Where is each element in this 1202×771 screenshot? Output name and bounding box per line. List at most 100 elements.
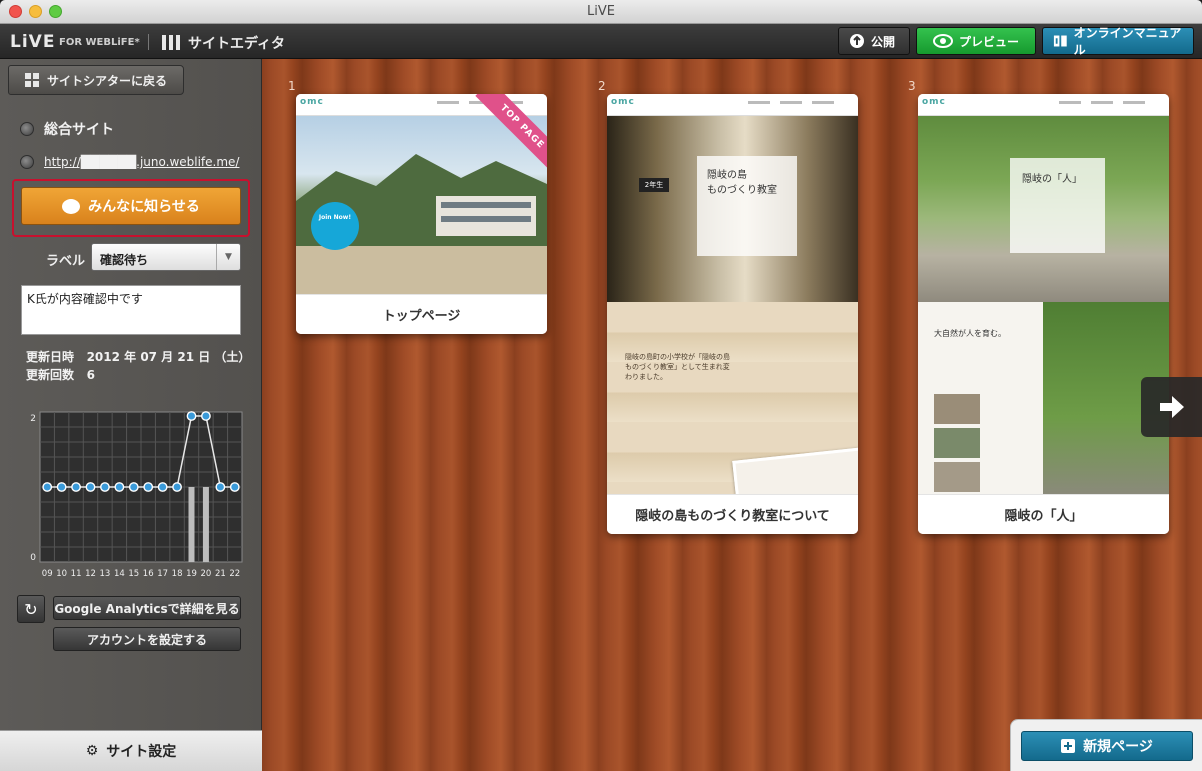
page-card-top[interactable]: omc Join Now! TOP PAGE トップページ: [296, 94, 547, 334]
page-title: トップページ: [296, 294, 547, 334]
google-analytics-details-button[interactable]: Google Analyticsで詳細を見る: [53, 596, 241, 620]
access-chart: 0 2 09 10 11 12 13 14 15 16 17 18 19 20 21 22: [30, 411, 243, 579]
online-manual-label: オンラインマニュアル: [1073, 26, 1182, 57]
label-select-value: 確認待ち: [100, 253, 149, 267]
toolbar-divider: [148, 34, 149, 50]
site-name-row: 総合サイト: [20, 119, 114, 139]
join-badge: Join Now!: [311, 202, 359, 250]
refresh-icon: ↻: [24, 599, 38, 619]
page-thumbnail: omc Join Now! TOP PAGE: [296, 94, 547, 294]
update-count-caption: 更新回数: [26, 368, 75, 382]
dropdown-arrow-icon: ▼: [216, 244, 240, 270]
chart-xtick-label: 19: [186, 569, 197, 579]
account-settings-label: アカウントを設定する: [86, 632, 207, 647]
updated-row: 更新日時 2012 年 07 月 21 日 （土）: [26, 348, 250, 365]
google-analytics-details-label: Google Analyticsで詳細を見る: [54, 601, 240, 616]
photo-snapshot: [732, 447, 858, 494]
window-titlebar: LiVE: [0, 0, 1202, 24]
thumbnail-header: omc: [918, 94, 1169, 116]
chart-point: [114, 482, 125, 492]
thumbnail-nav: [1059, 101, 1145, 104]
notify-everyone-button[interactable]: みんなに知らせる: [21, 187, 241, 225]
notify-highlight: みんなに知らせる: [12, 179, 250, 237]
back-to-site-theater-button[interactable]: サイトシアターに戻る: [8, 65, 184, 95]
page-title: 隠岐の「人」: [918, 494, 1169, 534]
wood-section: 隠岐の島町の小学校が「隠岐の島ものづくり教室」として生まれ変わりました。: [607, 302, 858, 494]
site-url-link[interactable]: http://██████.juno.weblife.me/: [44, 155, 239, 169]
chart-point: [56, 482, 67, 492]
update-count-value: 6: [86, 368, 95, 382]
thumbnail-text: 隠岐の島町の小学校が「隠岐の島ものづくり教室」として生まれ変わりました。: [625, 353, 730, 381]
site-settings-label: サイト設定: [106, 744, 177, 760]
site-name: 総合サイト: [44, 122, 114, 138]
thumbnail-logo: omc: [611, 97, 635, 107]
thumbnail-logo: omc: [300, 97, 324, 107]
chart-point: [172, 482, 182, 492]
online-manual-button[interactable]: オンラインマニュアル: [1042, 26, 1194, 57]
updated-value: 2012 年 07 月 21 日 （土）: [86, 350, 251, 364]
updated-caption: 更新日時: [26, 350, 75, 364]
globe-icon: [20, 155, 34, 169]
chart-point: [157, 482, 168, 492]
refresh-button[interactable]: ↻: [17, 595, 45, 623]
chart-point: [85, 482, 96, 492]
notify-everyone-label: みんなに知らせる: [88, 199, 200, 215]
chart-bar: [202, 487, 209, 562]
page-card-people[interactable]: omc 隠岐の「人」 大自然が人を育む。 隠岐の「人」: [918, 94, 1169, 534]
editor-mode-label: サイトエディタ: [188, 36, 286, 52]
thumbnail-heading: 隠岐の「人」: [1010, 158, 1105, 253]
window-title: LiVE: [587, 4, 615, 19]
chart-xtick-label: 16: [143, 569, 154, 579]
speech-bubble-icon: [62, 198, 81, 214]
site-url-row: http://██████.juno.weblife.me/: [20, 155, 239, 169]
chart-xtick-label: 21: [215, 569, 226, 579]
page-canvas: 1 omc Join Now! TOP PAGE トップページ 2 omc 2年…: [262, 59, 1202, 771]
chart-point: [42, 482, 53, 492]
next-pages-button[interactable]: [1141, 377, 1202, 437]
label-select[interactable]: 確認待ち ▼: [91, 243, 241, 271]
chart-point: [229, 482, 240, 492]
preview-button[interactable]: プレビュー: [916, 27, 1036, 55]
path-photo: 隠岐の「人」: [918, 116, 1169, 302]
page-card-monozukuri[interactable]: omc 2年生 隠岐の島 ものづくり教室 隠岐の島町の小学校が「隠岐の島ものづく…: [607, 94, 858, 534]
thumbnail-text: 大自然が人を育む。: [934, 329, 1006, 338]
new-page-panel: 新規ページ: [1010, 719, 1202, 771]
photo-small: [934, 428, 980, 458]
chart-xtick-label: 13: [100, 569, 111, 579]
chart-xtick-label: 22: [229, 569, 240, 579]
app-logo: LiVE: [10, 32, 56, 52]
site-sidebar: サイトシアターに戻る 総合サイト http://██████.juno.webl…: [0, 59, 262, 771]
plus-icon: [1061, 739, 1076, 753]
new-page-button[interactable]: 新規ページ: [1021, 731, 1193, 761]
site-settings-button[interactable]: ⚙ サイト設定: [0, 730, 262, 771]
memo-textarea[interactable]: K氏が内容確認中です: [21, 285, 241, 335]
publish-icon: [850, 34, 864, 48]
app-toolbar: LiVE FOR WEBLiFE* サイトエディタ 公開 プレビュー オンライン…: [0, 24, 1202, 59]
content-section: 大自然が人を育む。: [918, 302, 1169, 494]
gear-icon: ⚙: [85, 743, 99, 759]
chart-xtick-label: 09: [42, 569, 53, 579]
chart-ytick-label: 2: [30, 414, 36, 424]
chart-point: [128, 482, 139, 492]
chart-xtick-label: 15: [128, 569, 139, 579]
chart-xtick-label: 14: [114, 569, 125, 579]
chart-xtick-label: 20: [201, 569, 212, 579]
publish-button[interactable]: 公開: [838, 27, 910, 55]
page-number: 2: [598, 79, 606, 93]
book-icon: [1053, 35, 1067, 47]
site-status-icon: [20, 122, 34, 136]
thumbnail-logo: omc: [922, 97, 946, 107]
arrow-right-icon: [1159, 396, 1184, 418]
chart-xtick-label: 10: [56, 569, 67, 579]
editor-columns-icon: [162, 35, 180, 50]
page-number: 1: [288, 79, 296, 93]
chart-ytick-label: 0: [30, 553, 36, 563]
chart-point: [143, 482, 154, 492]
chart-bar: [188, 487, 195, 562]
account-settings-button[interactable]: アカウントを設定する: [53, 627, 241, 651]
chart-point: [186, 411, 197, 421]
page-number: 3: [908, 79, 916, 93]
chart-xtick-label: 12: [85, 569, 96, 579]
back-to-site-theater-label: サイトシアターに戻る: [47, 73, 168, 88]
page-thumbnail: omc 隠岐の「人」 大自然が人を育む。: [918, 94, 1169, 494]
